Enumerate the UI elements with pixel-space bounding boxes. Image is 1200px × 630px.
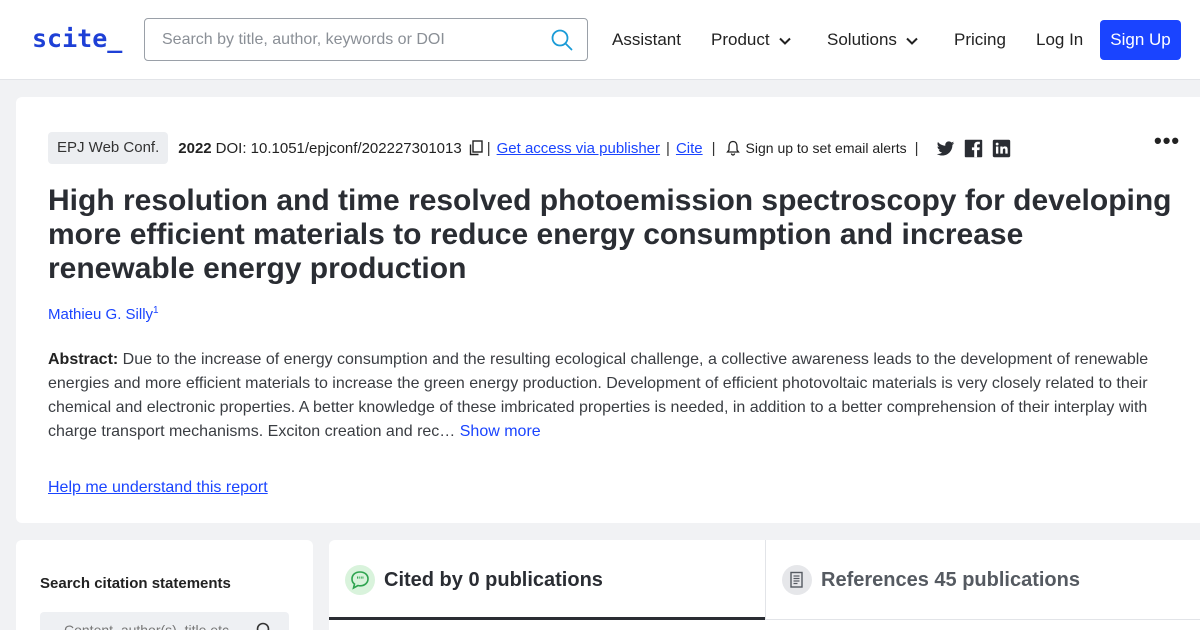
tab-references-label: References 45 publications	[821, 568, 1080, 591]
author-link[interactable]: Mathieu G. Silly1	[48, 305, 159, 323]
nav-assistant[interactable]: Assistant	[612, 30, 681, 50]
more-options-button[interactable]: •••	[1154, 128, 1180, 154]
tab-cited-by-label: Cited by 0 publications	[384, 568, 603, 591]
tab-references[interactable]: References 45 publications	[782, 564, 1080, 596]
signup-button[interactable]: Sign Up	[1100, 20, 1181, 60]
nav-solutions[interactable]: Solutions	[827, 30, 919, 50]
journal-badge[interactable]: EPJ Web Conf.	[48, 132, 169, 164]
chevron-down-icon	[778, 37, 791, 45]
document-icon	[782, 565, 812, 595]
search-icon[interactable]	[256, 622, 272, 630]
nav-product[interactable]: Product	[711, 30, 792, 50]
search-input[interactable]	[145, 19, 545, 60]
citation-search-title: Search citation statements	[40, 575, 231, 592]
citation-search-placeholder: Content, author(s), title etc.	[64, 622, 233, 630]
abstract-text: Due to the increase of energy consumptio…	[48, 351, 1149, 440]
separator: |	[666, 139, 670, 157]
help-understand-link[interactable]: Help me understand this report	[48, 479, 268, 497]
login-link[interactable]: Log In	[1036, 30, 1083, 50]
tab-divider	[765, 540, 766, 620]
cite-link[interactable]: Cite	[676, 140, 703, 157]
chevron-down-icon	[906, 37, 918, 45]
publication-year: 2022	[178, 139, 212, 157]
email-alerts-link[interactable]: Sign up to set email alerts	[746, 140, 907, 156]
active-tab-indicator	[329, 617, 765, 620]
facebook-icon[interactable]	[964, 139, 983, 158]
doi-text: DOI: 10.1051/epjconf/202227301013	[215, 139, 462, 157]
twitter-icon[interactable]	[936, 139, 955, 158]
linkedin-icon[interactable]	[992, 139, 1011, 158]
copy-icon[interactable]	[468, 140, 484, 156]
separator: |	[914, 139, 919, 157]
show-more-link[interactable]: Show more	[460, 423, 541, 440]
separator: |	[711, 139, 716, 157]
svg-text:": "	[360, 576, 364, 585]
nav-solutions-label: Solutions	[827, 30, 897, 49]
abstract: Abstract: Due to the increase of energy …	[48, 348, 1173, 444]
author-affiliation-number: 1	[153, 305, 159, 316]
nav-product-label: Product	[711, 30, 770, 49]
author-name: Mathieu G. Silly	[48, 306, 154, 323]
abstract-label: Abstract:	[48, 351, 119, 368]
paper-title: High resolution and time resolved photoe…	[48, 184, 1172, 285]
tab-underline	[765, 619, 1200, 620]
citation-search-input[interactable]: Content, author(s), title etc.	[40, 612, 289, 630]
quote-icon: " "	[345, 565, 375, 595]
search-bar[interactable]	[144, 18, 588, 61]
nav-pricing[interactable]: Pricing	[954, 30, 1006, 50]
get-access-link[interactable]: Get access via publisher	[497, 140, 660, 157]
scite-logo[interactable]: scite_	[32, 24, 122, 53]
bell-icon[interactable]	[725, 140, 741, 156]
separator: |	[486, 139, 491, 157]
tab-cited-by[interactable]: " " Cited by 0 publications	[345, 564, 603, 596]
search-icon[interactable]	[551, 29, 573, 51]
paper-meta-row: EPJ Web Conf. 2022 DOI: 10.1051/epjconf/…	[48, 132, 1011, 164]
